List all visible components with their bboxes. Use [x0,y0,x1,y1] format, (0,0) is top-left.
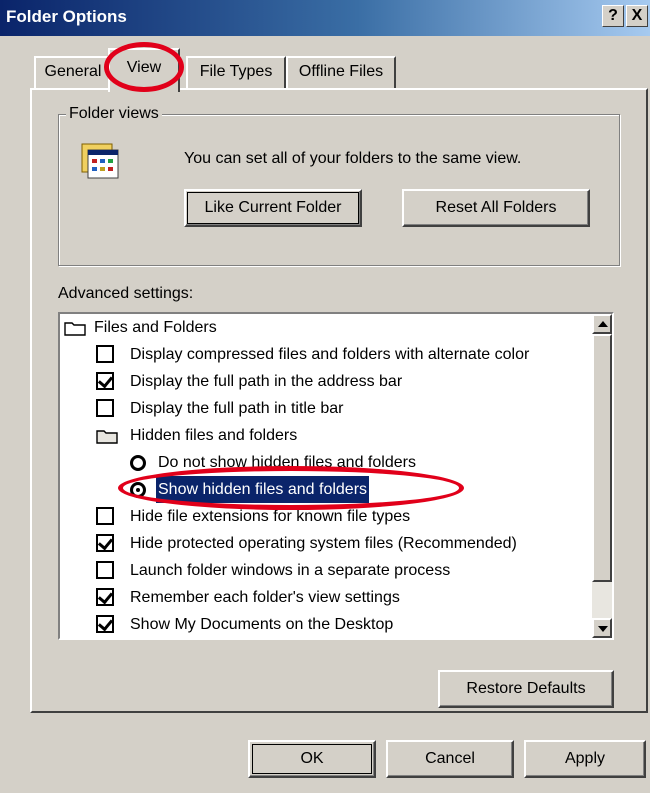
ok-button[interactable]: OK [248,740,376,778]
restore-defaults-label: Restore Defaults [466,680,586,697]
vertical-scrollbar[interactable] [592,314,612,638]
cancel-button[interactable]: Cancel [386,740,514,778]
arrow-down-icon [598,626,608,632]
list-item-label: Display compressed files and folders wit… [130,346,530,363]
folder-icon [96,430,118,444]
checkbox-checked[interactable] [96,588,114,606]
list-item-label: Hide protected operating system files (R… [130,535,517,552]
list-item-label: Display the full path in the address bar [130,373,403,390]
checkbox-checked[interactable] [96,615,114,633]
checkbox-checked[interactable] [96,372,114,390]
scroll-up-button[interactable] [592,314,612,334]
help-button[interactable]: ? [602,5,624,27]
arrow-up-icon [598,321,608,327]
checkbox[interactable] [96,507,114,525]
like-current-folder-label: Like Current Folder [204,199,342,216]
checkbox[interactable] [96,399,114,417]
reset-all-folders-button[interactable]: Reset All Folders [402,189,590,227]
scroll-down-button[interactable] [592,618,612,638]
folder-views-label: Folder views [66,105,162,123]
tab-offline-files[interactable]: Offline Files [286,56,396,88]
list-item-label: Remember each folder's view settings [130,589,400,606]
advanced-settings-list[interactable]: Files and Folders Display compressed fil… [58,312,614,640]
like-current-folder-button[interactable]: Like Current Folder [184,189,362,227]
list-item-label: Show My Documents on the Desktop [130,616,394,633]
apply-label: Apply [564,750,606,767]
reset-all-folders-label: Reset All Folders [435,199,557,216]
apply-button[interactable]: Apply [524,740,646,778]
folder-options-dialog: Folder Options ? X General View File Typ… [0,0,650,793]
scroll-thumb[interactable] [592,334,612,582]
list-item-label: Launch folder windows in a separate proc… [130,562,451,579]
checkbox[interactable] [96,561,114,579]
list-item-label: Hidden files and folders [130,427,298,444]
tab-general[interactable]: General [34,56,112,88]
radio-button-selected[interactable] [130,482,146,498]
advanced-settings-label: Advanced settings: [58,285,194,302]
checkbox-checked[interactable] [96,534,114,552]
advanced-settings-items: Files and Folders Display compressed fil… [60,314,594,638]
tab-view[interactable]: View [108,48,180,92]
list-item-label: Do not show hidden files and folders [158,454,416,471]
close-button[interactable]: X [626,5,648,27]
list-item-label: Hide file extensions for known file type… [130,508,411,525]
list-item-label: Display the full path in title bar [130,400,344,417]
radio-button[interactable] [130,455,146,471]
folder-views-description: You can set all of your folders to the s… [184,150,522,167]
tab-file-types[interactable]: File Types [186,56,286,88]
checkbox[interactable] [96,345,114,363]
restore-defaults-button[interactable]: Restore Defaults [438,670,614,708]
title-bar[interactable]: Folder Options ? X [0,0,650,36]
list-item-label: Files and Folders [94,319,217,336]
folder-icon [64,322,86,336]
cancel-label: Cancel [425,750,475,767]
ok-label: OK [300,750,324,767]
window-title: Folder Options [6,7,127,26]
folder-views-icon [80,140,120,180]
list-item-label-selected: Show hidden files and folders [154,475,371,504]
